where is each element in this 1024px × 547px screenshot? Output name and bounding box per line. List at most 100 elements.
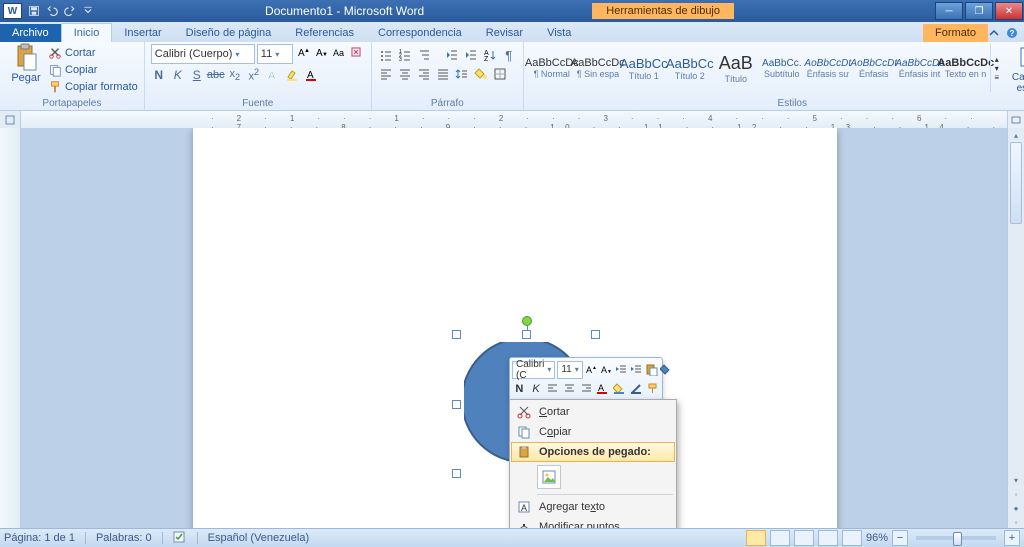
multilevel-list-icon[interactable] [416,47,432,63]
menu-paste-options[interactable]: Opciones de pegado: [511,442,675,462]
mini-font-color-icon[interactable]: A [595,381,610,397]
borders-icon[interactable] [492,66,508,82]
mini-grow-font-icon[interactable]: A▲ [585,362,598,378]
styles-gallery-more[interactable]: ▴▾≡ [990,44,1003,92]
style-title[interactable]: AaBTítulo [714,44,758,92]
style-subtle-emphasis[interactable]: AoBbCcDtÉnfasis sutil [806,44,850,92]
tab-references[interactable]: Referencias [283,24,366,42]
vertical-scrollbar[interactable]: ▴ ▾ ◦ ● ◦ [1007,128,1024,529]
underline-icon[interactable]: S [189,67,205,83]
decrease-indent-icon[interactable] [444,47,460,63]
help-icon[interactable]: ? [1006,27,1018,42]
menu-cut[interactable]: Cor​tar [511,402,675,422]
qat-customize-icon[interactable] [81,4,95,18]
view-web-layout-icon[interactable] [794,530,814,546]
shading-icon[interactable] [473,66,489,82]
view-draft-icon[interactable] [842,530,862,546]
font-color-icon[interactable]: A [303,67,319,83]
grow-font-icon[interactable]: A▲ [295,44,311,60]
mini-increase-indent-icon[interactable] [630,362,643,378]
menu-add-text[interactable]: AAgregar texto [511,497,675,517]
mini-font-combo[interactable]: Calibri (C▾ [512,361,555,379]
mini-format-painter-icon[interactable] [645,381,660,397]
bullets-icon[interactable] [378,47,394,63]
tab-page-layout[interactable]: Diseño de página [174,24,284,42]
style-no-spacing[interactable]: AaBbCcDc¶ Sin espa... [576,44,620,92]
resize-handle-tm[interactable] [522,330,531,339]
style-emphasis[interactable]: AoBbCcDtÉnfasis [852,44,896,92]
status-proofing-icon[interactable] [173,531,187,546]
styles-gallery[interactable]: AaBbCcDc¶ Normal AaBbCcDc¶ Sin espa... A… [530,44,1003,92]
format-painter-button[interactable]: Copiar formato [48,80,138,94]
tab-review[interactable]: Revisar [474,24,535,42]
scroll-down-icon[interactable]: ▾ [1008,473,1024,487]
bold-icon[interactable]: N [151,67,167,83]
highlight-icon[interactable] [284,67,300,83]
increase-indent-icon[interactable] [463,47,479,63]
redo-icon[interactable] [63,4,77,18]
view-print-layout-icon[interactable] [746,530,766,546]
mini-align-center-icon[interactable] [562,381,577,397]
view-full-screen-icon[interactable] [770,530,790,546]
status-page[interactable]: Página: 1 de 1 [4,532,75,544]
align-left-icon[interactable] [378,66,394,82]
shrink-font-icon[interactable]: A▼ [313,44,329,60]
zoom-out-button[interactable]: − [892,530,908,546]
undo-icon[interactable] [45,4,59,18]
justify-icon[interactable] [435,66,451,82]
mini-decrease-indent-icon[interactable] [615,362,628,378]
ruler-corner-icon[interactable] [0,111,21,129]
status-language[interactable]: Español (Venezuela) [208,532,310,544]
horizontal-ruler[interactable]: · 2 · 1 · · · 1 · · · 2 · · · 3 · · · 4 … [21,111,1007,129]
zoom-level[interactable]: 96% [866,532,888,544]
numbering-icon[interactable]: 123 [397,47,413,63]
browse-object-icon[interactable]: ● [1008,501,1024,515]
tab-format[interactable]: Formato [923,24,988,42]
minimize-button[interactable]: ─ [935,2,963,20]
mini-fill-icon[interactable] [660,362,673,378]
mini-paste-icon[interactable] [645,362,658,378]
zoom-slider-thumb[interactable] [953,532,962,546]
maximize-button[interactable]: ❐ [965,2,993,20]
mini-size-combo[interactable]: 11▾ [557,361,582,379]
cut-button[interactable]: Cortar [48,46,138,60]
show-marks-icon[interactable]: ¶ [501,47,517,63]
superscript-icon[interactable]: x2 [246,67,262,83]
resize-handle-ml[interactable] [452,400,461,409]
save-icon[interactable] [27,4,41,18]
mini-bold-icon[interactable]: N [512,381,527,397]
mini-italic-icon[interactable]: K [529,381,544,397]
align-center-icon[interactable] [397,66,413,82]
style-intense-emphasis[interactable]: AaBbCcDcÉnfasis int... [898,44,942,92]
paste-option-picture-icon[interactable] [537,465,561,489]
style-normal[interactable]: AaBbCcDc¶ Normal [530,44,574,92]
style-subtitle[interactable]: AaBbCc.Subtítulo [760,44,804,92]
text-effects-icon[interactable]: A [265,67,281,83]
tab-mailings[interactable]: Correspondencia [366,24,474,42]
paste-button[interactable]: Pegar [6,44,46,84]
resize-handle-tr[interactable] [591,330,600,339]
menu-copy[interactable]: Copiar [511,422,675,442]
sort-icon[interactable]: AZ [482,47,498,63]
status-words[interactable]: Palabras: 0 [96,532,152,544]
zoom-slider[interactable] [916,536,996,540]
tab-insert[interactable]: Insertar [112,24,173,42]
tab-view[interactable]: Vista [535,24,583,42]
copy-button[interactable]: Copiar [48,63,138,77]
font-size-combo[interactable]: 11▾ [257,44,293,64]
rotate-handle[interactable] [522,316,532,326]
font-name-combo[interactable]: Calibri (Cuerpo)▾ [151,44,255,64]
subscript-icon[interactable]: x2 [227,67,243,83]
mini-shrink-font-icon[interactable]: A▼ [600,362,613,378]
change-case-icon[interactable]: Aa [331,44,347,60]
document-area[interactable]: Calibri (C▾ 11▾ A▲ A▼ N K A [21,128,1007,529]
close-button[interactable]: ✕ [995,2,1023,20]
strikethrough-icon[interactable]: abc [208,67,224,83]
view-outline-icon[interactable] [818,530,838,546]
zoom-in-button[interactable]: + [1004,530,1020,546]
clear-formatting-icon[interactable] [349,44,365,60]
align-right-icon[interactable] [416,66,432,82]
mini-align-right-icon[interactable] [579,381,594,397]
mini-shape-outline-icon[interactable] [629,381,644,397]
style-strong[interactable]: AaBbCcDcTexto en n... [944,44,988,92]
